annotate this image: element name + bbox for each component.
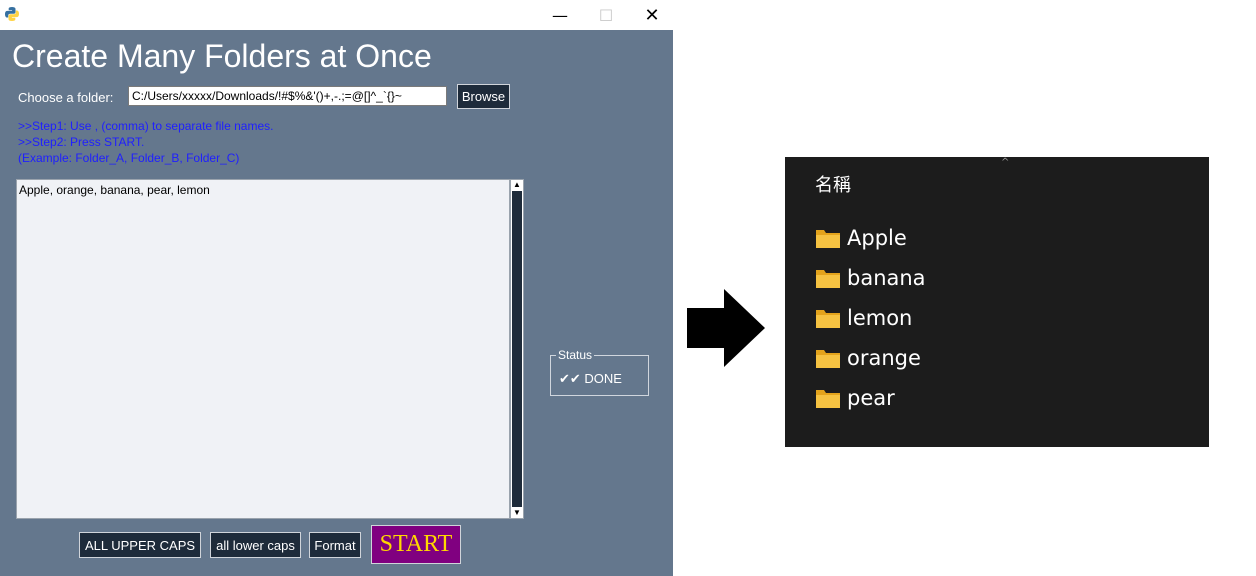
- folder-name: orange: [847, 346, 921, 370]
- maximize-button[interactable]: ☐: [583, 0, 629, 30]
- scroll-up-arrow-icon[interactable]: ▲: [511, 180, 523, 190]
- sort-caret-icon[interactable]: ^: [1001, 157, 1009, 168]
- folder-name: lemon: [847, 306, 913, 330]
- app-window: — ☐ ✕ Create Many Folders at Once Choose…: [0, 0, 673, 576]
- folder-icon: [816, 270, 840, 288]
- folder-item[interactable]: banana: [815, 265, 926, 291]
- titlebar[interactable]: — ☐ ✕: [0, 0, 673, 30]
- folder-name: banana: [847, 266, 926, 290]
- folder-icon: [816, 350, 840, 368]
- explorer-panel: ^ 名稱 Apple banana lemon orange pear: [785, 157, 1209, 447]
- status-frame: Status ✔✔ DONE: [550, 348, 649, 396]
- folder-path-input[interactable]: [128, 86, 447, 106]
- scroll-thumb[interactable]: [512, 191, 522, 507]
- minimize-button[interactable]: —: [537, 0, 583, 30]
- python-icon: [5, 7, 19, 21]
- folder-item[interactable]: Apple: [815, 225, 907, 251]
- folder-icon: [816, 390, 840, 408]
- start-button[interactable]: START: [371, 525, 461, 564]
- column-header-name[interactable]: 名稱: [815, 171, 851, 197]
- page-title: Create Many Folders at Once: [12, 38, 432, 74]
- folder-item[interactable]: pear: [815, 385, 895, 411]
- folder-name: pear: [847, 386, 895, 410]
- scrollbar[interactable]: ▲ ▼: [510, 179, 524, 519]
- folder-item[interactable]: orange: [815, 345, 921, 371]
- instruction-step2: >>Step2: Press START.: [18, 135, 145, 149]
- instruction-example: (Example: Folder_A, Folder_B, Folder_C): [18, 151, 240, 165]
- upper-caps-button[interactable]: ALL UPPER CAPS: [79, 532, 201, 558]
- folder-icon: [816, 310, 840, 328]
- browse-button[interactable]: Browse: [457, 84, 510, 109]
- folder-icon: [816, 230, 840, 248]
- right-arrow-icon: [687, 289, 765, 367]
- lower-caps-button[interactable]: all lower caps: [210, 532, 301, 558]
- choose-folder-label: Choose a folder:: [18, 90, 114, 105]
- scroll-down-arrow-icon[interactable]: ▼: [511, 508, 523, 518]
- folder-names-textarea[interactable]: Apple, orange, banana, pear, lemon: [16, 179, 510, 519]
- folder-name: Apple: [847, 226, 907, 250]
- close-button[interactable]: ✕: [629, 0, 675, 30]
- status-text: ✔✔ DONE: [559, 371, 622, 386]
- instruction-step1: >>Step1: Use , (comma) to separate file …: [18, 119, 274, 133]
- format-button[interactable]: Format: [309, 532, 361, 558]
- folder-item[interactable]: lemon: [815, 305, 912, 331]
- status-legend: Status: [556, 348, 595, 362]
